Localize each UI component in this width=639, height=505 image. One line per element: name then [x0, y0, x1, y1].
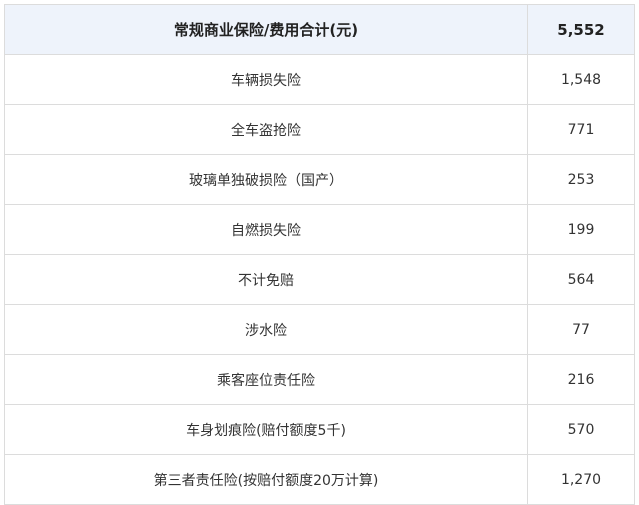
- header-total-value: 5,552: [528, 5, 635, 54]
- row-value: 570: [528, 405, 635, 454]
- row-value: 564: [528, 255, 635, 304]
- row-label: 玻璃单独破损险（国产）: [5, 155, 528, 204]
- table-row: 自燃损失险 199: [5, 205, 635, 255]
- row-value: 216: [528, 355, 635, 404]
- row-label: 不计免赔: [5, 255, 528, 304]
- row-label: 涉水险: [5, 305, 528, 354]
- row-value: 199: [528, 205, 635, 254]
- table-row: 第三者责任险(按赔付额度20万计算) 1,270: [5, 455, 635, 505]
- row-value: 1,270: [528, 455, 635, 504]
- row-label: 第三者责任险(按赔付额度20万计算): [5, 455, 528, 504]
- row-label: 自燃损失险: [5, 205, 528, 254]
- table-row: 乘客座位责任险 216: [5, 355, 635, 405]
- table-row: 全车盗抢险 771: [5, 105, 635, 155]
- table-row: 车辆损失险 1,548: [5, 55, 635, 105]
- row-label: 车辆损失险: [5, 55, 528, 104]
- row-label: 车身划痕险(赔付额度5千): [5, 405, 528, 454]
- table-row: 涉水险 77: [5, 305, 635, 355]
- row-value: 77: [528, 305, 635, 354]
- row-value: 253: [528, 155, 635, 204]
- row-value: 1,548: [528, 55, 635, 104]
- header-label: 常规商业保险/费用合计(元): [5, 5, 528, 54]
- row-label: 全车盗抢险: [5, 105, 528, 154]
- table-row: 不计免赔 564: [5, 255, 635, 305]
- row-label: 乘客座位责任险: [5, 355, 528, 404]
- row-value: 771: [528, 105, 635, 154]
- table-header-row: 常规商业保险/费用合计(元) 5,552: [5, 5, 635, 55]
- table-row: 玻璃单独破损险（国产） 253: [5, 155, 635, 205]
- insurance-cost-table: 常规商业保险/费用合计(元) 5,552 车辆损失险 1,548 全车盗抢险 7…: [4, 4, 635, 505]
- table-row: 车身划痕险(赔付额度5千) 570: [5, 405, 635, 455]
